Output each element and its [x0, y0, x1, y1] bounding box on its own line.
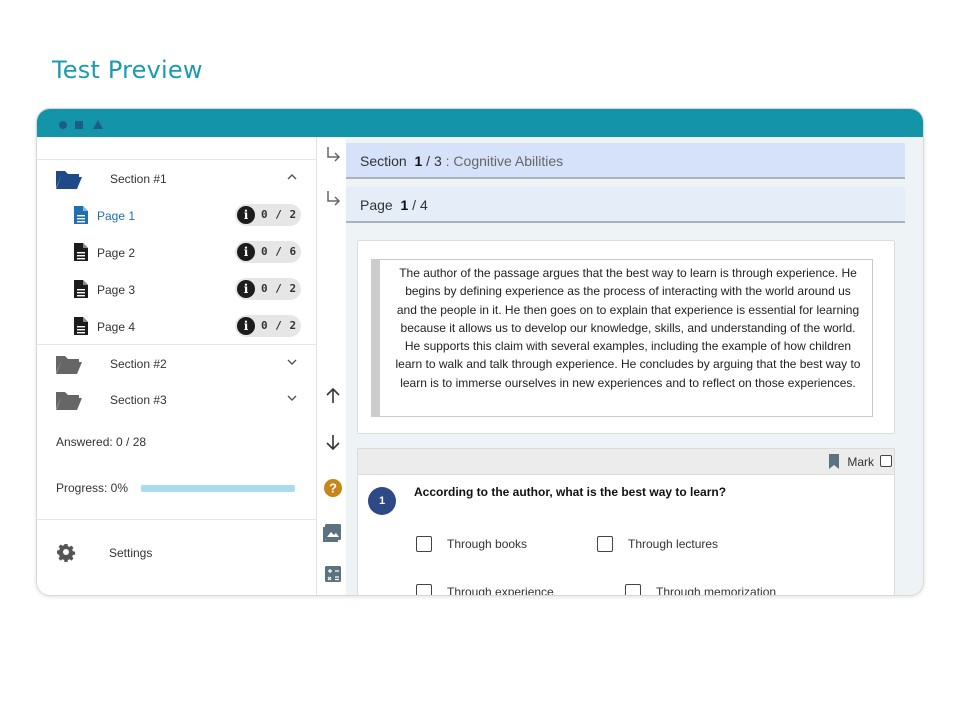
- tool-strip: ?: [318, 137, 346, 595]
- sidebar-section-3[interactable]: Section #3: [37, 381, 317, 418]
- folder-open-icon: [56, 392, 82, 410]
- section-label: Section #3: [110, 393, 167, 407]
- sidebar: Section #1 Page 1 i 0 / 2 Page 2 i 0 / 6…: [37, 137, 317, 595]
- section-label: Section #2: [110, 357, 167, 371]
- page-total: / 4: [412, 197, 428, 213]
- answered-count: Answered: 0 / 28: [56, 435, 147, 449]
- chevron-up-icon[interactable]: [285, 170, 299, 184]
- question-number-badge: 1: [368, 487, 396, 515]
- page-label: Page 4: [97, 320, 136, 334]
- option-checkbox[interactable]: [597, 536, 613, 552]
- bookmark-icon: [829, 454, 839, 469]
- answered-count-badge: i 0 / 2: [235, 204, 301, 226]
- sidebar-item-page-2[interactable]: Page 2 i 0 / 6: [37, 233, 317, 270]
- section-total: / 3: [426, 153, 442, 169]
- page-prefix: Page: [360, 197, 393, 213]
- page-title: Test Preview: [52, 56, 203, 84]
- folder-open-icon: [56, 356, 82, 374]
- settings-button[interactable]: Settings: [37, 519, 317, 595]
- sidebar-item-page-4[interactable]: Page 4 i 0 / 2: [37, 307, 317, 344]
- answered-count-badge: i 0 / 6: [235, 241, 301, 263]
- progress-label: Progress: 0%: [56, 481, 129, 495]
- passage-text: The author of the passage argues that th…: [395, 266, 861, 390]
- section-name: : Cognitive Abilities: [445, 153, 564, 169]
- option-checkbox[interactable]: [416, 536, 432, 552]
- option-checkbox[interactable]: [416, 584, 432, 595]
- mark-checkbox[interactable]: [880, 455, 892, 467]
- sidebar-section-1[interactable]: Section #1: [37, 159, 317, 196]
- sidebar-item-page-3[interactable]: Page 3 i 0 / 2: [37, 270, 317, 307]
- help-icon[interactable]: ?: [322, 477, 344, 499]
- answered-count-badge: i 0 / 2: [235, 315, 301, 337]
- folder-open-icon: [56, 171, 82, 189]
- option-label: Through memorization: [656, 585, 777, 596]
- section-current: 1: [414, 153, 423, 169]
- calculator-icon[interactable]: [322, 563, 344, 585]
- progress-bar: [141, 485, 295, 492]
- passage-card: The author of the passage argues that th…: [357, 240, 895, 434]
- section-label: Section #1: [110, 172, 167, 186]
- info-icon: i: [237, 243, 255, 261]
- page-label: Page 3: [97, 283, 136, 297]
- option-label: Through lectures: [628, 537, 719, 551]
- page-current: 1: [400, 197, 409, 213]
- question-toolbar: Mark: [358, 449, 894, 475]
- page-label: Page 1: [97, 209, 136, 223]
- info-icon: i: [237, 280, 255, 298]
- info-icon: i: [237, 317, 255, 335]
- section-prefix: Section: [360, 153, 407, 169]
- settings-label: Settings: [109, 546, 153, 560]
- mark-label: Mark: [847, 455, 874, 469]
- triangle-shape-icon: [93, 120, 103, 129]
- question-text: According to the author, what is the bes…: [414, 485, 727, 499]
- document-icon: [74, 317, 88, 335]
- document-icon: [74, 206, 88, 224]
- section-header: Section 1 / 3 : Cognitive Abilities: [346, 143, 905, 179]
- question-card: Mark 1 According to the author, what is …: [357, 448, 895, 596]
- return-arrow-icon[interactable]: [322, 188, 344, 210]
- sidebar-section-2[interactable]: Section #2: [37, 344, 317, 381]
- option-label: Through books: [447, 537, 528, 551]
- arrow-down-icon[interactable]: [322, 431, 344, 453]
- option-checkbox[interactable]: [625, 584, 641, 595]
- return-arrow-icon[interactable]: [322, 144, 344, 166]
- info-icon: i: [237, 206, 255, 224]
- document-icon: [74, 280, 88, 298]
- chevron-down-icon[interactable]: [285, 355, 299, 369]
- option-label: Through experience: [447, 585, 554, 596]
- svg-text:?: ?: [329, 481, 337, 496]
- document-icon: [74, 243, 88, 261]
- image-icon[interactable]: [322, 521, 344, 543]
- square-shape-icon: [75, 121, 83, 129]
- page-header: Page 1 / 4: [346, 187, 905, 223]
- circle-shape-icon: [59, 121, 67, 129]
- window-titlebar: [37, 109, 923, 137]
- main-content: Section 1 / 3 : Cognitive Abilities Page…: [346, 137, 923, 596]
- sidebar-item-page-1[interactable]: Page 1 i 0 / 2: [37, 196, 317, 233]
- page-label: Page 2: [97, 246, 136, 260]
- gear-icon: [57, 544, 76, 562]
- app-window: Section #1 Page 1 i 0 / 2 Page 2 i 0 / 6…: [36, 108, 924, 596]
- passage-box: The author of the passage argues that th…: [371, 259, 873, 417]
- arrow-up-icon[interactable]: [322, 385, 344, 407]
- chevron-down-icon[interactable]: [285, 391, 299, 405]
- answered-count-badge: i 0 / 2: [235, 278, 301, 300]
